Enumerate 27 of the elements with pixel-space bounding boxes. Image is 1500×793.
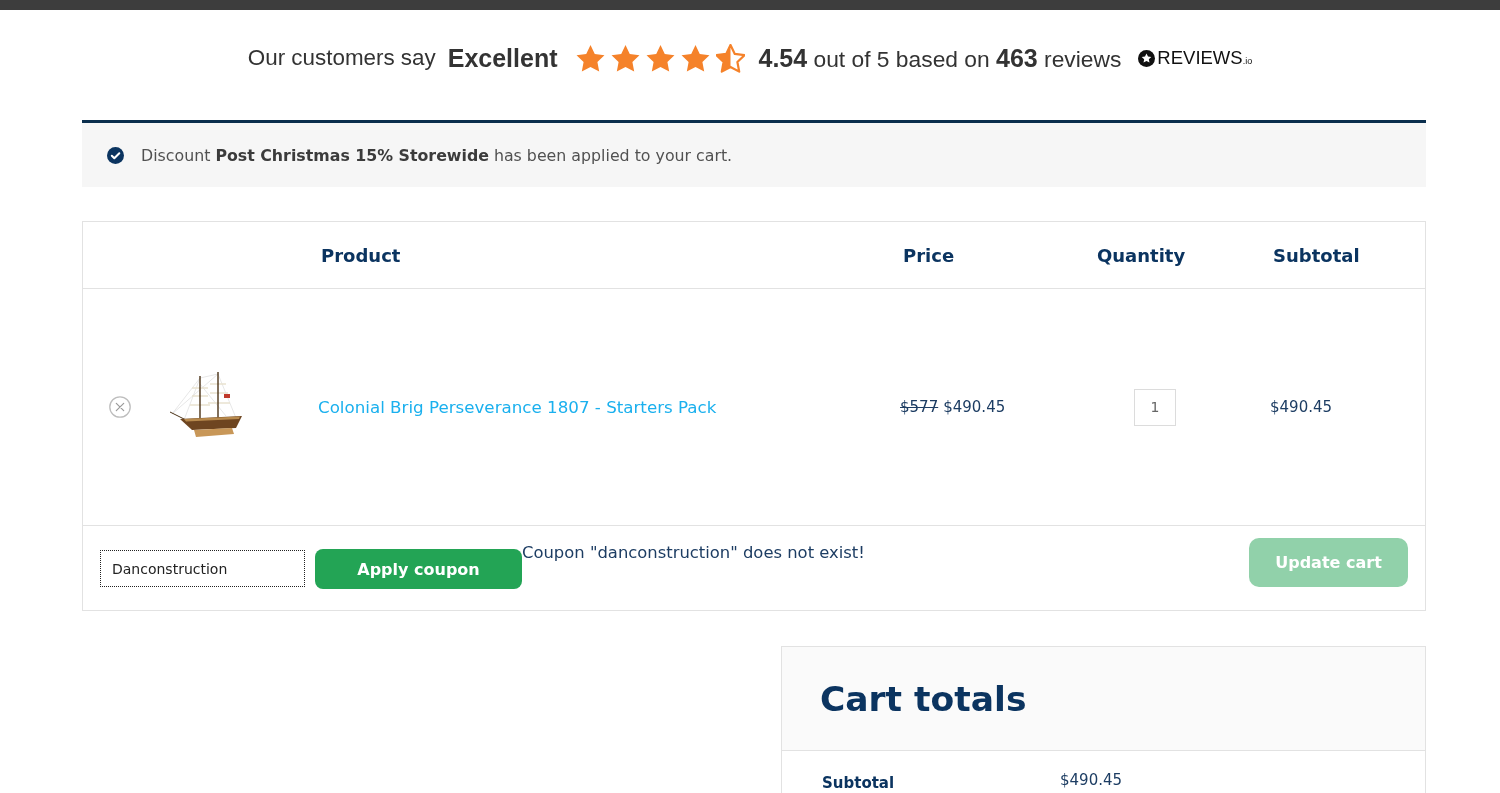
column-heading: Product bbox=[321, 244, 401, 266]
product-link[interactable]: Colonial Brig Perseverance 1807 - Starters Pack bbox=[318, 397, 717, 417]
rating-summary: 4.54 out of 5 based on 463 reviews bbox=[758, 43, 1122, 73]
close-icon[interactable] bbox=[109, 396, 131, 418]
cart-totals-title: Cart totals bbox=[820, 678, 1027, 719]
sale-price: $490.45 bbox=[943, 398, 1006, 416]
check-circle-icon bbox=[107, 146, 124, 164]
column-heading: Price bbox=[903, 244, 955, 266]
star-icon bbox=[646, 43, 676, 73]
star-badge-icon bbox=[1138, 49, 1156, 67]
totals-value: $490.45 bbox=[1060, 772, 1123, 789]
half-star-icon bbox=[716, 43, 746, 73]
star-icon bbox=[576, 43, 606, 73]
apply-coupon-button[interactable]: Apply coupon bbox=[315, 549, 522, 589]
reviews-lead-text: Our customers say bbox=[247, 45, 436, 71]
rating-word: Excellent bbox=[447, 43, 558, 73]
column-heading: Subtotal bbox=[1273, 244, 1360, 266]
notice-message: Discount Post Christmas 15% Storewide has been applied to your cart. bbox=[141, 145, 733, 165]
quantity-field[interactable]: 1 bbox=[1134, 388, 1176, 426]
star-icon bbox=[681, 43, 711, 73]
star-icon bbox=[611, 43, 641, 73]
coupon-field[interactable]: Danconstruction bbox=[100, 550, 305, 587]
coupon-error-message: Coupon "danconstruction" does not exist! bbox=[522, 542, 865, 563]
column-heading: Quantity bbox=[1097, 244, 1186, 266]
regular-price: $577 bbox=[900, 398, 939, 416]
line-subtotal: $490.45 bbox=[1270, 398, 1333, 416]
totals-label: Subtotal bbox=[822, 775, 895, 792]
